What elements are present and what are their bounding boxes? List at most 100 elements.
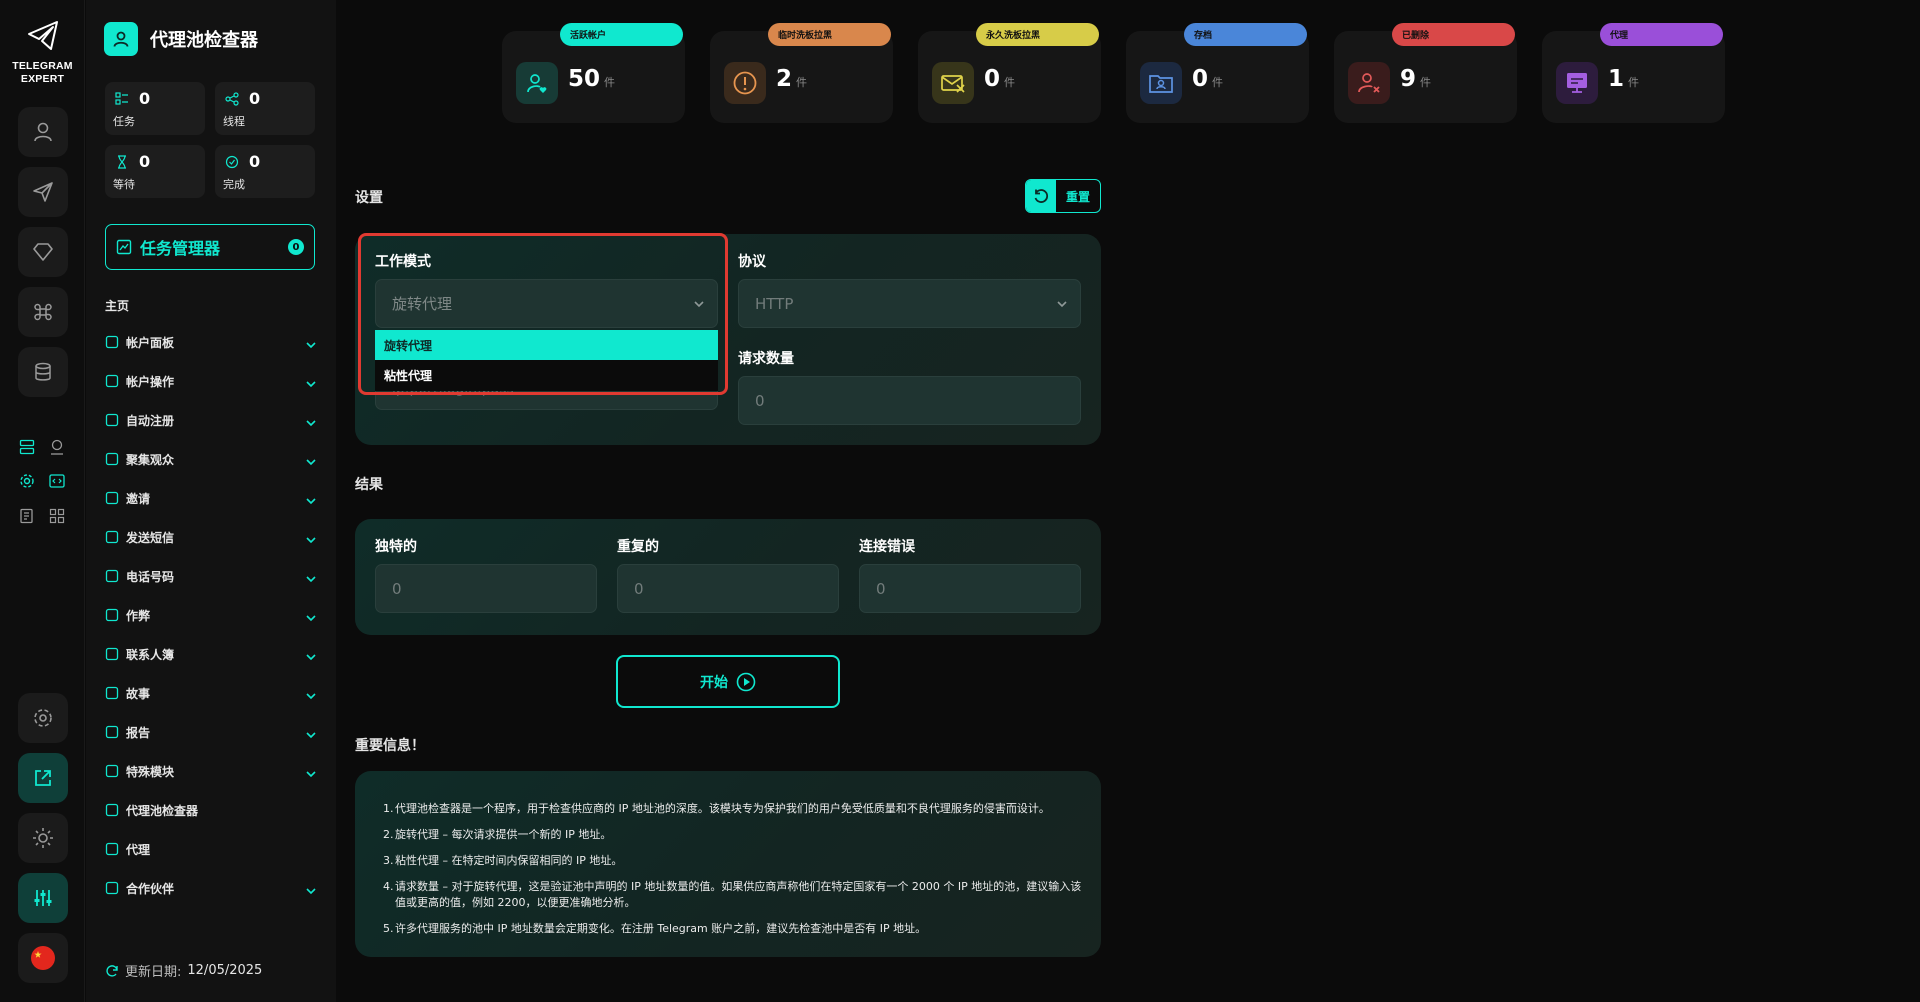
protocol-value: HTTP — [755, 294, 794, 313]
card-permanent-ban[interactable]: 永久洗板拉黑 0件 — [918, 23, 1101, 123]
card-tag: 永久洗板拉黑 — [976, 23, 1099, 46]
stat-tasks: 0 任务 — [105, 82, 205, 135]
card-active-accounts[interactable]: 活跃帐户 50 件 — [502, 23, 685, 123]
settings-gear-icon — [34, 709, 52, 727]
sidebar-item-label: 故事 — [126, 686, 151, 701]
stat-value: 0 — [249, 89, 261, 108]
info-item: 4. 请求数量 – 对于旋转代理，这是验证池中声明的 IP 地址数量的值。如果供应… — [383, 880, 1082, 909]
protocol-select[interactable]: HTTP — [738, 279, 1081, 328]
app-logo — [104, 22, 138, 56]
rail-open-external-button[interactable] — [18, 753, 68, 803]
rail-mini-settings-button[interactable] — [16, 470, 38, 492]
rail-command-button[interactable] — [18, 287, 68, 337]
sidebar-item-14[interactable]: 合作伙伴 — [105, 877, 317, 899]
card-icon — [724, 62, 766, 104]
rail-settings-button[interactable] — [18, 693, 68, 743]
phone-icon — [105, 569, 119, 583]
unique-label: 独特的 — [375, 539, 417, 555]
chevron-down-icon — [305, 453, 317, 466]
sidebar-item-13[interactable]: 代理 — [105, 838, 317, 860]
rail-mini-notes-button[interactable] — [16, 505, 38, 527]
stat-threads: 0 线程 — [215, 82, 315, 135]
paper-plane-logo-icon — [27, 21, 58, 50]
diamond-icon — [33, 243, 53, 261]
sidebar-item-2[interactable]: 自动注册 — [105, 409, 317, 431]
send-icon — [105, 530, 119, 544]
unique-value: 0 — [392, 579, 402, 598]
rail-mini-code-button[interactable] — [46, 470, 68, 492]
sidebar-item-9[interactable]: 故事 — [105, 682, 317, 704]
card-tag: 代理 — [1600, 23, 1723, 46]
info-text: 代理池检查器是一个程序，用于检查供应商的 IP 地址池的深度。该模块专为保护我们… — [395, 802, 1050, 815]
info-item: 2. 旋转代理 – 每次请求提供一个新的 IP 地址。 — [383, 828, 612, 841]
sidebar-item-4[interactable]: 邀请 — [105, 487, 317, 509]
results-heading: 结果 — [355, 477, 383, 493]
warning-circle-icon — [733, 71, 757, 95]
reset-icon-box — [1026, 180, 1056, 212]
annotation-highlight-box — [358, 233, 728, 395]
conn-error-value: 0 — [876, 579, 886, 598]
rail-database-button[interactable] — [18, 347, 68, 397]
card-value-wrap: 2件 — [776, 66, 807, 92]
card-icon — [516, 62, 558, 104]
rail-sliders-button[interactable] — [18, 873, 68, 923]
stat-value: 0 — [139, 89, 151, 108]
sidebar-item-11[interactable]: 特殊模块 — [105, 760, 317, 782]
update-date: 12/05/2025 — [187, 963, 263, 978]
boost-icon — [105, 608, 119, 622]
user-remove-icon — [1358, 73, 1380, 93]
reset-icon — [1034, 189, 1049, 203]
card-tag: 临时洗板拉黑 — [768, 23, 891, 46]
duplicate-output: 0 — [617, 564, 839, 613]
rail-send-button[interactable] — [18, 167, 68, 217]
rail-language-button[interactable] — [18, 933, 68, 983]
chevron-down-icon — [1057, 301, 1067, 308]
card-unit: 件 — [1004, 76, 1016, 89]
card-proxies[interactable]: 代理 1件 — [1542, 23, 1725, 123]
rail-mini-profile-button[interactable] — [46, 436, 68, 458]
rail-theme-button[interactable] — [18, 813, 68, 863]
info-text: 旋转代理 – 每次请求提供一个新的 IP 地址。 — [395, 828, 612, 841]
sidebar-item-3[interactable]: 聚集观众 — [105, 448, 317, 470]
task-manager-label: 任务管理器 — [140, 239, 221, 258]
sidebar-item-5[interactable]: 发送短信 — [105, 526, 317, 548]
story-plus-icon — [105, 686, 119, 700]
rail-mini-server-button[interactable] — [16, 436, 38, 458]
chevron-down-icon — [305, 726, 317, 739]
rail-mini-apps-button[interactable] — [46, 505, 68, 527]
chevron-down-icon — [305, 336, 317, 349]
brand-line-2: EXPERT — [20, 73, 65, 85]
card-unit: 件 — [604, 76, 616, 89]
card-deleted[interactable]: 已删除 9件 — [1334, 23, 1517, 123]
reset-button[interactable]: 重置 — [1025, 179, 1101, 213]
card-temp-ban[interactable]: 临时洗板拉黑 2件 — [710, 23, 893, 123]
sidebar-item-10[interactable]: 报告 — [105, 721, 317, 743]
settings-heading: 设置 — [355, 190, 383, 206]
rail-premium-button[interactable] — [18, 227, 68, 277]
chevron-down-icon — [305, 492, 317, 505]
request-count-input[interactable]: 0 — [738, 376, 1081, 425]
code-window-icon — [49, 474, 65, 488]
rail-accounts-button[interactable] — [18, 107, 68, 157]
sidebar-item-6[interactable]: 电话号码 — [105, 565, 317, 587]
card-archive[interactable]: 存档 0件 — [1126, 23, 1309, 123]
card-icon — [1556, 62, 1598, 104]
stat-label: 任务 — [113, 115, 135, 128]
sidebar-item-0[interactable]: 帐户面板 — [105, 331, 317, 353]
start-button[interactable]: 开始 — [616, 655, 840, 708]
app-title: 代理池检查器 — [104, 22, 258, 56]
user-icon — [105, 374, 119, 388]
update-info: 更新日期: 12/05/2025 — [105, 961, 262, 980]
card-unit: 件 — [1212, 76, 1224, 89]
sidebar-item-label: 作弊 — [126, 608, 151, 623]
sidebar-item-12[interactable]: 代理池检查器 — [105, 799, 317, 821]
sidebar-item-1[interactable]: 帐户操作 — [105, 370, 317, 392]
card-value: 1 — [1608, 66, 1625, 92]
sidebar-item-8[interactable]: 联系人簿 — [105, 643, 317, 665]
task-manager-button[interactable]: 任务管理器 0 — [105, 224, 315, 270]
duplicate-label: 重复的 — [617, 539, 659, 555]
china-flag-icon — [31, 946, 55, 970]
report-icon — [105, 725, 119, 739]
info-item: 1. 代理池检查器是一个程序，用于检查供应商的 IP 地址池的深度。该模块专为保护… — [383, 802, 1050, 815]
sidebar-item-7[interactable]: 作弊 — [105, 604, 317, 626]
